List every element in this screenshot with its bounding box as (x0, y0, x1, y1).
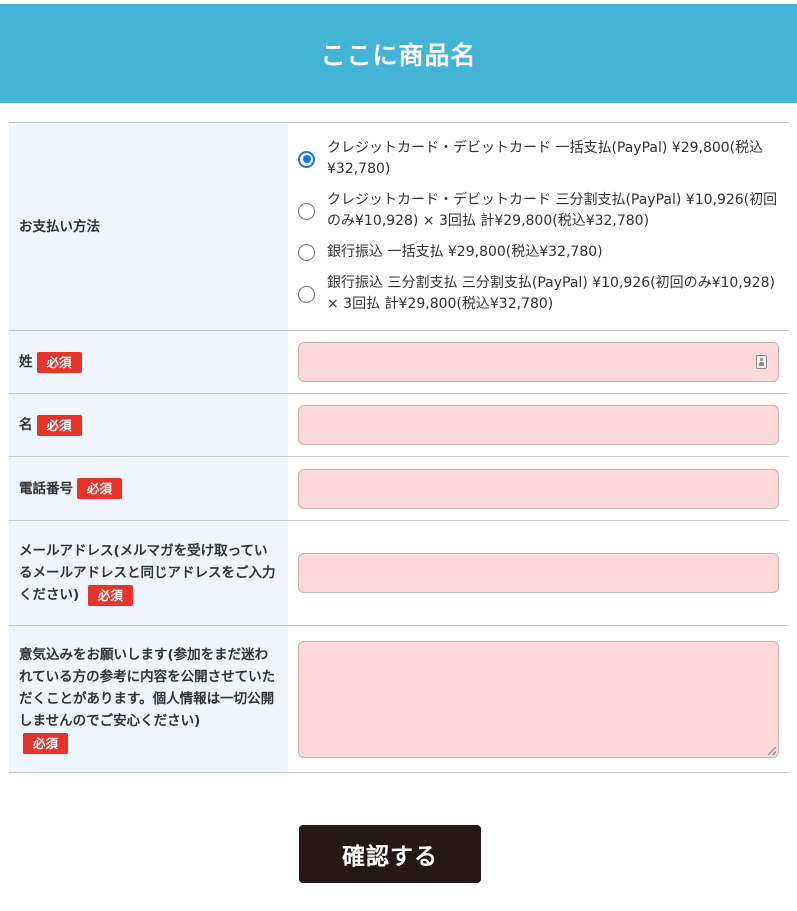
first-name-cell (288, 394, 789, 456)
required-badge: 必須 (77, 478, 123, 499)
confirm-button[interactable]: 確認する (299, 825, 481, 883)
payment-method-label-cell: お支払い方法 (9, 123, 288, 330)
radio-button-checked[interactable] (298, 150, 315, 168)
payment-option-bank-installment[interactable]: 銀行振込 三分割支払 三分割支払(PayPal) ¥10,926(初回のみ¥10… (298, 273, 779, 315)
last-name-label-cell: 姓 必須 (9, 331, 288, 393)
payment-option-label: クレジットカード・デビットカード 一括支払(PayPal) ¥29,800(税込… (327, 140, 764, 177)
last-name-label: 姓 (19, 354, 33, 370)
email-label-wrap: メールアドレス(メルマガを受け取っているメールアドレスと同じアドレスをご入力くだ… (19, 540, 278, 606)
page-header: ここに商品名 (0, 4, 797, 103)
required-badge: 必須 (36, 351, 82, 373)
phone-row: 電話番号 必須 (9, 457, 789, 521)
radio-button[interactable] (298, 244, 315, 261)
message-row: 意気込みをお願いします(参加をまだ迷われている方の参考に内容を公開させていただく… (9, 626, 789, 773)
phone-cell (288, 457, 789, 520)
email-label-cell: メールアドレス(メルマガを受け取っているメールアドレスと同じアドレスをご入力くだ… (9, 521, 288, 625)
payment-option-label: 銀行振込 三分割支払 三分割支払(PayPal) ¥10,926(初回のみ¥10… (327, 275, 775, 312)
phone-label-cell: 電話番号 必須 (9, 457, 288, 520)
product-title: ここに商品名 (320, 40, 477, 70)
payment-option-card-lump[interactable]: クレジットカード・デビットカード 一括支払(PayPal) ¥29,800(税込… (298, 138, 779, 180)
payment-method-options: クレジットカード・デビットカード 一括支払(PayPal) ¥29,800(税込… (288, 123, 789, 330)
payment-option-label: 銀行振込 一括支払 ¥29,800(税込¥32,780) (327, 244, 603, 260)
email-row: メールアドレス(メルマガを受け取っているメールアドレスと同じアドレスをご入力くだ… (9, 521, 789, 626)
resize-handle-icon[interactable] (768, 746, 776, 755)
order-form: お支払い方法 クレジットカード・デビットカード 一括支払(PayPal) ¥29… (9, 122, 789, 773)
first-name-label: 名 (19, 417, 33, 433)
message-textarea[interactable] (298, 640, 779, 758)
radio-button[interactable] (298, 285, 315, 303)
email-label: メールアドレス(メルマガを受け取っているメールアドレスと同じアドレスをご入力くだ… (19, 543, 276, 603)
last-name-cell (288, 331, 789, 393)
message-label-wrap: 意気込みをお願いします(参加をまだ迷われている方の参考に内容を公開させていただく… (19, 644, 278, 754)
payment-method-row: お支払い方法 クレジットカード・デビットカード 一括支払(PayPal) ¥29… (9, 123, 789, 331)
radio-button[interactable] (298, 202, 315, 220)
email-cell (288, 521, 789, 625)
first-name-input[interactable] (298, 405, 779, 445)
payment-option-bank-lump[interactable]: 銀行振込 一括支払 ¥29,800(税込¥32,780) (298, 242, 779, 263)
required-badge: 必須 (87, 584, 133, 606)
required-badge: 必須 (36, 414, 82, 436)
email-input[interactable] (298, 553, 779, 593)
message-label-cell: 意気込みをお願いします(参加をまだ迷われている方の参考に内容を公開させていただく… (9, 626, 288, 772)
required-badge: 必須 (23, 732, 69, 754)
first-name-row: 名 必須 (9, 394, 789, 457)
payment-option-card-installment[interactable]: クレジットカード・デビットカード 三分割支払(PayPal) ¥10,926(初… (298, 190, 779, 232)
payment-method-label: お支払い方法 (19, 218, 100, 235)
phone-input[interactable] (298, 468, 779, 509)
contact-card-icon[interactable] (756, 355, 767, 369)
first-name-label-cell: 名 必須 (9, 394, 288, 456)
message-cell (288, 626, 789, 772)
message-label: 意気込みをお願いします(参加をまだ迷われている方の参考に内容を公開させていただく… (19, 647, 276, 729)
payment-option-label: クレジットカード・デビットカード 三分割支払(PayPal) ¥10,926(初… (327, 192, 778, 229)
last-name-row: 姓 必須 (9, 331, 789, 394)
last-name-input[interactable] (298, 342, 779, 382)
phone-label: 電話番号 (19, 480, 73, 497)
